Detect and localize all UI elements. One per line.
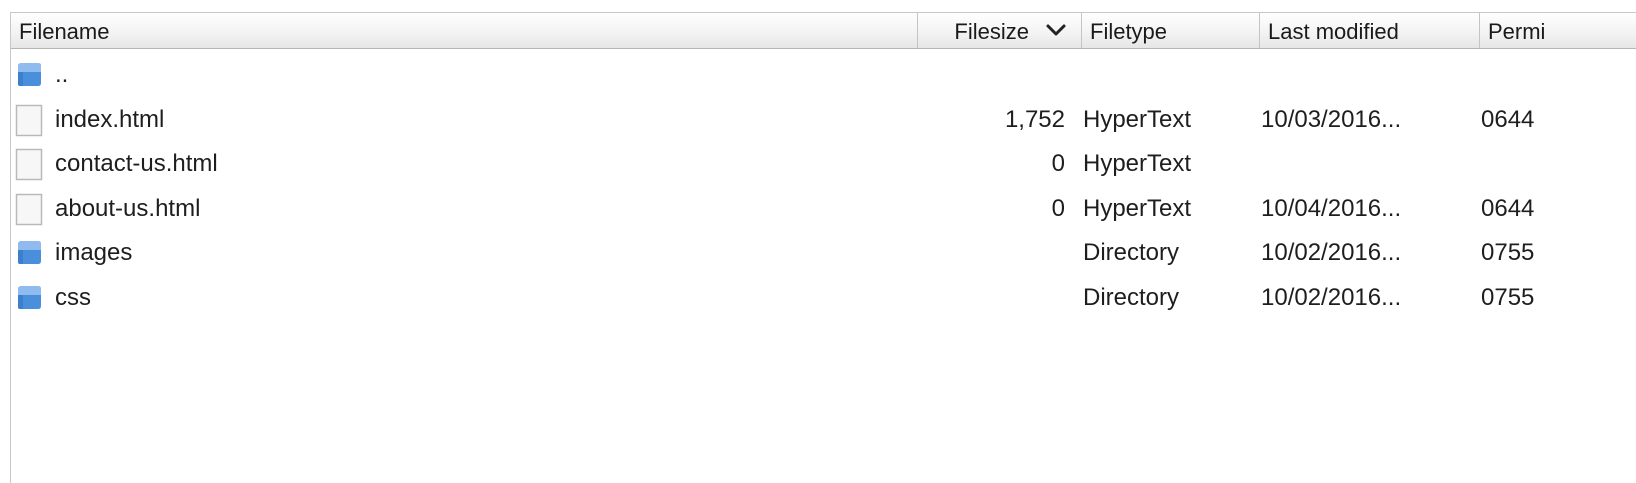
filetype-cell: Directory	[1083, 284, 1180, 311]
header-filename[interactable]: Filename	[11, 13, 917, 48]
chevron-down-icon	[1046, 24, 1066, 36]
filesize-cell: 1,752	[1004, 105, 1065, 133]
header-filesize-label: Filesize	[954, 19, 1029, 44]
file-icon	[15, 104, 47, 136]
header-filename-label: Filename	[19, 19, 110, 44]
header-filetype[interactable]: Filetype	[1081, 13, 1259, 48]
filename-cell: contact-us.html	[55, 150, 218, 178]
header-last-modified-label: Last modified	[1268, 19, 1399, 44]
filetype-cell: HyperText	[1083, 194, 1192, 222]
file-row[interactable]: about-us.html 0 HyperText 10/04/2016... 0644	[11, 187, 1636, 231]
folder-row[interactable]: images Directory 10/02/2016... 0755	[11, 231, 1636, 275]
permissions-cell: 0755	[1481, 284, 1535, 311]
folder-icon	[15, 237, 47, 269]
filesize-cell: 0	[1051, 194, 1065, 222]
filesize-cell: 0	[1051, 150, 1065, 178]
header-permissions-label: Permi	[1488, 19, 1546, 44]
filesize-cell	[917, 276, 1065, 320]
last-modified-cell: 10/04/2016...	[1261, 194, 1402, 222]
filename-cell: index.html	[55, 105, 165, 133]
remote-file-list: Filename Filesize Filetype Last modified…	[10, 12, 1636, 483]
permissions-cell: 0644	[1481, 105, 1535, 133]
last-modified-cell: 10/02/2016...	[1261, 284, 1402, 311]
filename-cell: css	[55, 284, 91, 311]
file-icon	[15, 148, 47, 181]
filetype-cell: Directory	[1083, 239, 1180, 267]
last-modified-cell: 10/03/2016...	[1261, 105, 1402, 133]
filename-cell: ..	[55, 61, 69, 88]
permissions-cell	[1481, 53, 1636, 97]
last-modified-cell	[1261, 53, 1477, 97]
file-row[interactable]: contact-us.html 0 HyperText	[11, 142, 1636, 186]
file-icon	[15, 193, 47, 226]
filesize-cell	[917, 53, 1065, 97]
filename-cell: images	[55, 239, 133, 267]
filename-cell: about-us.html	[55, 194, 201, 222]
filesize-cell	[917, 231, 1065, 275]
file-row[interactable]: index.html 1,752 HyperText 10/03/2016... 064…	[11, 98, 1636, 142]
header-filesize[interactable]: Filesize	[917, 13, 1081, 48]
header-filetype-label: Filetype	[1090, 19, 1168, 44]
column-header: Filename Filesize Filetype Last modified…	[11, 13, 1636, 49]
filetype-cell: HyperText	[1083, 105, 1192, 133]
folder-icon	[15, 59, 47, 91]
filetype-cell	[1083, 53, 1259, 97]
filetype-cell: HyperText	[1083, 150, 1192, 178]
last-modified-cell	[1261, 142, 1477, 186]
folder-icon	[15, 282, 47, 314]
folder-row[interactable]: css Directory 10/02/2016... 0755	[11, 276, 1636, 320]
folder-row[interactable]: ..	[11, 53, 1636, 97]
permissions-cell: 0755	[1481, 239, 1535, 267]
header-last-modified[interactable]: Last modified	[1259, 13, 1479, 48]
permissions-cell: 0644	[1481, 194, 1535, 222]
header-permissions[interactable]: Permi	[1479, 13, 1636, 48]
permissions-cell	[1481, 142, 1636, 186]
last-modified-cell: 10/02/2016...	[1261, 239, 1402, 267]
